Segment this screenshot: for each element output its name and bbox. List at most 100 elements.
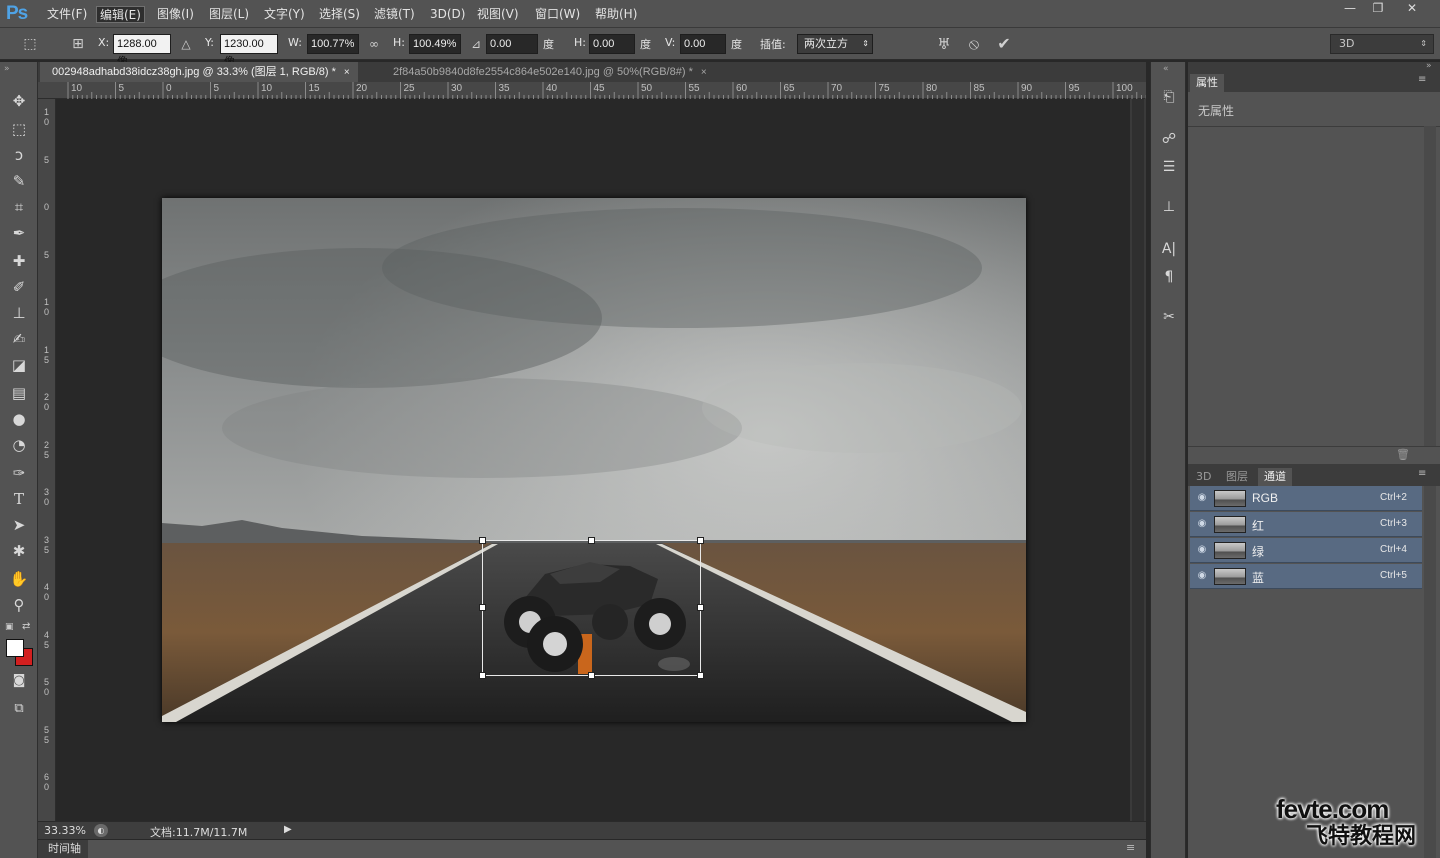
character-panel-icon[interactable]: A| — [1158, 238, 1180, 260]
clone-stamp-tool-icon[interactable]: ⊥ — [7, 302, 31, 324]
tab-document-1[interactable]: 002948adhabd38idcz38gh.jpg @ 33.3% (图层 1… — [40, 62, 358, 82]
properties-scrollbar[interactable] — [1424, 126, 1436, 446]
transform-handle-t[interactable] — [588, 537, 595, 544]
tool-presets-panel-icon[interactable]: ✂ — [1158, 306, 1180, 328]
eye-icon[interactable]: ◉ — [1195, 569, 1209, 583]
collapse-arrows-icon[interactable]: » — [1426, 61, 1432, 71]
interpolation-select[interactable]: 两次立方 ⇕ — [797, 34, 873, 54]
hskew-field[interactable]: 0.00 — [589, 34, 635, 54]
y-field[interactable]: 1230.00 像 — [220, 34, 278, 68]
transform-bounding-box[interactable] — [482, 540, 701, 676]
collapse-arrows-icon[interactable]: » — [4, 64, 10, 74]
channel-row-green[interactable]: ◉ 绿 Ctrl+4 — [1190, 538, 1422, 563]
menu-type[interactable]: 文字(Y) — [261, 6, 308, 23]
menu-select[interactable]: 选择(S) — [316, 6, 363, 23]
foreground-color-swatch[interactable] — [6, 639, 24, 657]
menu-help[interactable]: 帮助(H) — [592, 6, 640, 23]
zoom-level[interactable]: 33.33% — [44, 824, 86, 837]
eye-icon[interactable]: ◉ — [1195, 543, 1209, 557]
scrollbar-thumb[interactable] — [1132, 99, 1144, 821]
cancel-transform-icon[interactable]: ⦸ — [964, 34, 984, 54]
close-icon[interactable]: × — [344, 67, 350, 78]
move-tool-icon[interactable]: ✥ — [7, 90, 31, 112]
commit-transform-icon[interactable]: ✔ — [994, 34, 1014, 54]
type-tool-icon[interactable]: T — [7, 488, 31, 510]
reference-point-grid-icon[interactable]: ⊞ — [68, 34, 88, 54]
channel-row-rgb[interactable]: ◉ RGB Ctrl+2 — [1190, 486, 1422, 511]
menu-window[interactable]: 窗口(W) — [532, 6, 583, 23]
tab-layers[interactable]: 图层 — [1220, 468, 1254, 486]
swap-colors-icon[interactable]: ⇄ — [22, 621, 30, 632]
share-icon[interactable]: ◐ — [94, 824, 108, 837]
timeline-tab[interactable]: 时间轴 — [38, 840, 88, 858]
tab-channels[interactable]: 通道 — [1258, 468, 1292, 486]
status-menu-arrow-icon[interactable]: ▶ — [284, 824, 292, 835]
delta-icon[interactable]: △ — [176, 34, 196, 54]
link-icon[interactable]: ∞ — [364, 34, 384, 54]
lasso-tool-icon[interactable]: ↄ — [7, 144, 31, 166]
width-field[interactable]: 100.77% — [307, 34, 359, 54]
height-field[interactable]: 100.49% — [409, 34, 461, 54]
transform-handle-bl[interactable] — [479, 672, 486, 679]
menu-layer[interactable]: 图层(L) — [206, 6, 252, 23]
menu-edit[interactable]: 编辑(E) — [96, 6, 145, 23]
adjustments-panel-icon[interactable]: ☰ — [1158, 156, 1180, 178]
channel-row-red[interactable]: ◉ 红 Ctrl+3 — [1190, 512, 1422, 537]
trash-icon[interactable]: 🗑 — [1396, 448, 1410, 461]
eye-icon[interactable]: ◉ — [1195, 491, 1209, 505]
panel-menu-icon[interactable]: ≡ — [1418, 468, 1426, 479]
clone-source-panel-icon[interactable]: ⊥ — [1158, 196, 1180, 218]
default-colors-icon[interactable]: ▣ — [5, 622, 14, 632]
history-brush-tool-icon[interactable]: ✍ — [7, 328, 31, 350]
eye-icon[interactable]: ◉ — [1195, 517, 1209, 531]
zoom-tool-icon[interactable]: ⚲ — [7, 594, 31, 616]
paragraph-panel-icon[interactable]: ¶ — [1158, 266, 1180, 288]
brush-tool-icon[interactable]: ✐ — [7, 276, 31, 298]
angle-field[interactable]: 0.00 — [486, 34, 538, 54]
pen-tool-icon[interactable]: ✑ — [7, 462, 31, 484]
blur-tool-icon[interactable]: ● — [7, 408, 31, 430]
channels-scrollbar[interactable] — [1424, 486, 1436, 858]
menu-file[interactable]: 文件(F) — [44, 6, 90, 23]
workspace-select[interactable]: 3D ⇕ — [1330, 34, 1434, 54]
tab-document-2[interactable]: 2f84a50b9840d8fe2554c864e502e140.jpg @ 5… — [381, 62, 715, 82]
transform-tool-icon[interactable]: ⬚ — [20, 34, 40, 54]
eyedropper-tool-icon[interactable]: ✒ — [7, 222, 31, 244]
menu-view[interactable]: 视图(V) — [474, 6, 522, 23]
tab-3d[interactable]: 3D — [1190, 468, 1217, 486]
close-icon[interactable]: × — [701, 67, 707, 78]
document-image[interactable] — [162, 198, 1026, 722]
minimize-button[interactable]: — — [1336, 1, 1364, 17]
dodge-tool-icon[interactable]: ◔ — [7, 434, 31, 456]
hand-tool-icon[interactable]: ✋ — [7, 568, 31, 590]
eraser-tool-icon[interactable]: ◪ — [7, 354, 31, 376]
transform-handle-tr[interactable] — [697, 537, 704, 544]
panel-menu-icon[interactable]: ≡ — [1126, 841, 1135, 854]
history-panel-icon[interactable]: ⎗ — [1158, 86, 1180, 108]
path-selection-tool-icon[interactable]: ➤ — [7, 514, 31, 536]
transform-handle-r[interactable] — [697, 604, 704, 611]
x-field[interactable]: 1288.00 像 — [113, 34, 171, 68]
healing-brush-tool-icon[interactable]: ✚ — [7, 250, 31, 272]
transform-handle-tl[interactable] — [479, 537, 486, 544]
actions-panel-icon[interactable]: ☍ — [1158, 128, 1180, 150]
tab-properties[interactable]: 属性 — [1190, 74, 1224, 92]
warp-mode-icon[interactable]: ♅ — [934, 34, 954, 54]
menu-3d[interactable]: 3D(D) — [427, 6, 468, 23]
transform-handle-l[interactable] — [479, 604, 486, 611]
menu-filter[interactable]: 滤镜(T) — [371, 6, 418, 23]
restore-button[interactable]: ❐ — [1364, 1, 1392, 17]
quick-select-tool-icon[interactable]: ✎ — [7, 170, 31, 192]
channel-row-blue[interactable]: ◉ 蓝 Ctrl+5 — [1190, 564, 1422, 589]
collapse-arrows-icon[interactable]: « — [1163, 64, 1169, 74]
quick-mask-icon[interactable]: ◙ — [7, 670, 31, 692]
marquee-tool-icon[interactable]: ⬚ — [7, 118, 31, 140]
menu-image[interactable]: 图像(I) — [154, 6, 197, 23]
custom-shape-tool-icon[interactable]: ✱ — [7, 540, 31, 562]
crop-tool-icon[interactable]: ⌗ — [7, 196, 31, 218]
transform-handle-b[interactable] — [588, 672, 595, 679]
panel-menu-icon[interactable]: ≡ — [1418, 74, 1426, 85]
transform-handle-br[interactable] — [697, 672, 704, 679]
gradient-tool-icon[interactable]: ▤ — [7, 382, 31, 404]
screen-mode-icon[interactable]: ⧉ — [7, 698, 31, 720]
